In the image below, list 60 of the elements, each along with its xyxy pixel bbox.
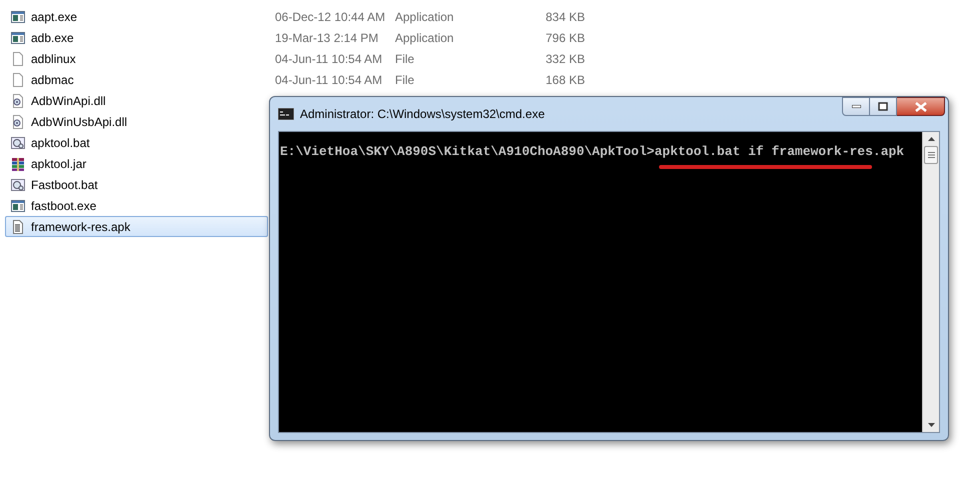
type-cell-text: File: [395, 72, 416, 88]
scroll-thumb[interactable]: [924, 146, 938, 164]
file-row[interactable]: Fastboot.bat: [5, 174, 268, 195]
file-name: Fastboot.bat: [31, 176, 98, 194]
minimize-button[interactable]: [842, 97, 870, 116]
file-name: adb.exe: [31, 30, 74, 46]
file-name: AdbWinApi.dll: [31, 92, 106, 110]
type-cell-text: Application: [395, 30, 455, 46]
minimize-icon: [852, 105, 860, 108]
file-name: framework-res.apk: [31, 218, 130, 236]
file-name: fastboot.exe: [31, 198, 96, 214]
window-title: Administrator: C:\Windows\system32\cmd.exe: [300, 106, 545, 123]
scrollbar[interactable]: [922, 132, 939, 432]
file-name: adbmac: [31, 72, 74, 88]
app-window-icon: [10, 30, 26, 46]
date-cell-text: 04-Jun-11 10:54 AM: [275, 72, 384, 88]
terminal-icon: [278, 108, 294, 120]
gear-window-icon: [10, 134, 26, 150]
maximize-button[interactable]: [870, 97, 897, 116]
file-row[interactable]: AdbWinUsbApi.dll: [5, 111, 268, 132]
close-icon: [914, 102, 926, 112]
app-window-icon: [10, 198, 26, 214]
gear-document-icon: [10, 114, 26, 130]
maximize-icon: [878, 102, 888, 111]
grip-icon: [928, 152, 934, 158]
document-icon: [10, 50, 26, 66]
file-row[interactable]: apktool.jar: [5, 153, 268, 174]
date-cell-text: 06-Dec-12 10:44 AM: [275, 8, 386, 26]
file-row[interactable]: adb.exe: [5, 27, 268, 48]
date-cell-text: 04-Jun-11 10:54 AM: [275, 50, 384, 68]
file-row[interactable]: AdbWinApi.dll: [5, 90, 268, 111]
stacked-books-icon: [10, 156, 26, 172]
gear-document-icon: [10, 92, 26, 108]
app-window-icon: [10, 8, 26, 24]
console-command: apktool.bat if framework-res.apk: [654, 144, 904, 159]
file-row[interactable]: adbmac: [5, 69, 268, 90]
file-name: apktool.jar: [31, 156, 86, 172]
console-prompt: E:\VietHoa\SKY\A890S\Kitkat\A910ChoA890\ApkTool>: [280, 144, 654, 159]
size-cell-text: 332 KB: [544, 50, 585, 68]
file-name: adblinux: [31, 50, 76, 68]
scroll-down-icon[interactable]: [928, 423, 934, 427]
file-row[interactable]: framework-res.apk: [5, 216, 268, 237]
size-cell-text: 168 KB: [544, 72, 585, 88]
file-row[interactable]: fastboot.exe: [5, 195, 268, 216]
size-cell-text: 834 KB: [544, 8, 585, 26]
type-cell-text: File: [395, 50, 416, 68]
file-name: AdbWinUsbApi.dll: [31, 114, 128, 130]
scroll-up-icon[interactable]: [928, 137, 934, 141]
file-row[interactable]: apktool.bat: [5, 132, 268, 153]
gear-window-icon: [10, 176, 26, 192]
file-name: apktool.bat: [31, 134, 90, 152]
size-cell-text: 796 KB: [544, 30, 585, 46]
text-document-icon: [10, 218, 26, 234]
file-row[interactable]: aapt.exe: [5, 6, 268, 27]
file-row[interactable]: adblinux: [5, 48, 268, 69]
date-cell-text: 19-Mar-13 2:14 PM: [275, 30, 380, 46]
close-button[interactable]: [897, 97, 945, 116]
file-name: aapt.exe: [31, 8, 78, 26]
document-icon: [10, 72, 26, 88]
type-cell-text: Application: [395, 8, 455, 26]
